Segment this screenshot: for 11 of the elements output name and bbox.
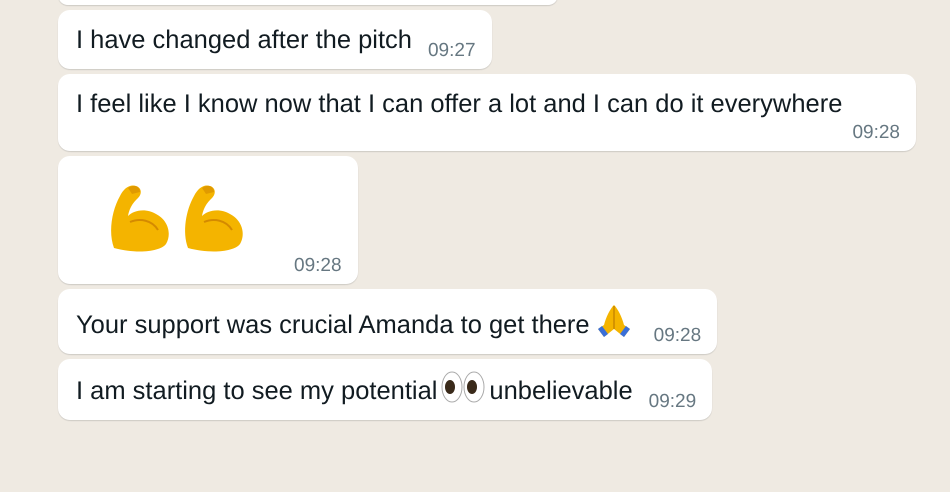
message-time: 09:28 xyxy=(293,256,342,276)
message-time: 09:28 xyxy=(652,326,702,346)
message-time: 09:28 xyxy=(851,123,900,143)
message-text: I feel like I know now that I can offer a lot and I can do it everywhere xyxy=(76,90,842,118)
message-text: I am starting to see my potential xyxy=(76,377,438,405)
message-text: Your support was crucial Amanda to get there xyxy=(76,311,590,339)
message-text: I have changed after the pitch xyxy=(76,26,412,54)
eyes-icon xyxy=(441,371,486,403)
message-time: 09:27 xyxy=(426,41,476,61)
message-time: 09:29 xyxy=(648,392,696,412)
message-text: unbelievable xyxy=(489,377,633,405)
